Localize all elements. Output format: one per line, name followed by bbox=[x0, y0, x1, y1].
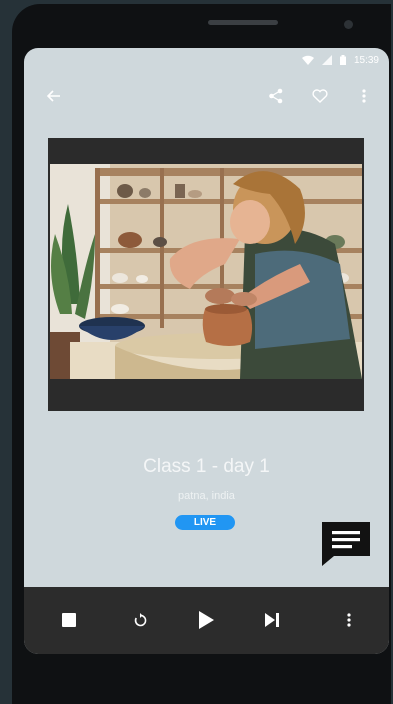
play-button[interactable] bbox=[188, 587, 224, 654]
chat-button[interactable] bbox=[320, 520, 372, 568]
phone-camera bbox=[344, 20, 353, 29]
back-button[interactable] bbox=[40, 84, 68, 112]
skip-next-button[interactable] bbox=[254, 587, 290, 654]
skip-next-icon bbox=[264, 612, 280, 633]
play-icon bbox=[198, 610, 214, 634]
arrow-left-icon bbox=[46, 89, 61, 108]
wifi-icon bbox=[301, 55, 314, 65]
share-icon bbox=[268, 88, 284, 109]
heart-outline-icon bbox=[312, 88, 328, 108]
class-title: Class 1 - day 1 bbox=[143, 456, 270, 477]
status-bar: 15:39 bbox=[24, 48, 389, 72]
favorite-button[interactable] bbox=[306, 84, 334, 112]
status-time: 15:39 bbox=[353, 54, 379, 66]
share-button[interactable] bbox=[262, 84, 290, 112]
replay-icon bbox=[133, 612, 147, 632]
signal-icon bbox=[321, 55, 332, 65]
class-location: patna, india bbox=[178, 490, 235, 502]
live-badge: LIVE bbox=[175, 515, 235, 530]
phone-speaker bbox=[208, 20, 278, 25]
app-bar bbox=[24, 84, 389, 112]
chat-message-icon bbox=[320, 522, 372, 572]
stop-button[interactable] bbox=[51, 587, 87, 654]
video-player[interactable] bbox=[48, 138, 364, 411]
more-vertical-icon bbox=[362, 88, 366, 108]
stop-icon bbox=[62, 612, 76, 632]
player-menu-button[interactable] bbox=[331, 587, 367, 654]
replay-button[interactable] bbox=[122, 587, 158, 654]
overflow-menu-button[interactable] bbox=[350, 84, 378, 112]
playback-controls bbox=[24, 584, 389, 654]
more-vertical-icon bbox=[347, 612, 351, 632]
battery-icon bbox=[339, 55, 346, 65]
pottery-class-photo bbox=[50, 164, 362, 379]
app-screen: 15:39 Class 1 - day 1 patna, india LIVE bbox=[24, 48, 389, 654]
